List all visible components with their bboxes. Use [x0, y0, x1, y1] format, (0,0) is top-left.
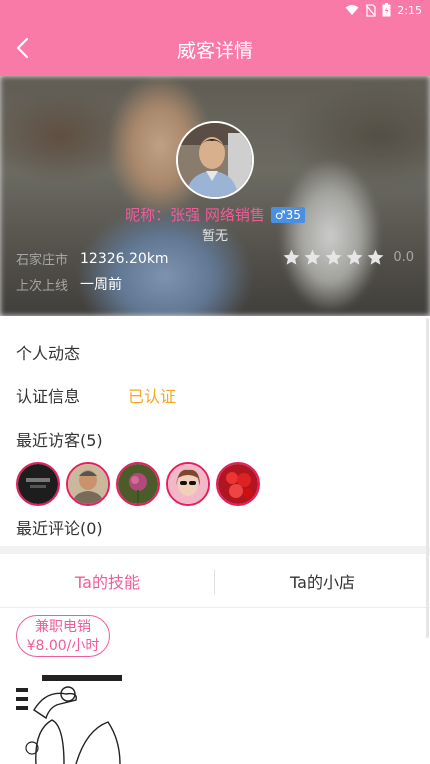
battery-icon	[382, 3, 391, 17]
personal-feed-item[interactable]: 个人动态	[16, 340, 80, 364]
city-label: 石家庄市	[16, 253, 69, 268]
last-online-value: 一周前	[80, 277, 123, 293]
star-icon	[325, 249, 342, 265]
scrollbar[interactable]	[426, 318, 429, 638]
star-icon	[283, 249, 300, 265]
visitor-avatar[interactable]	[16, 462, 60, 506]
skill-card[interactable]: 兼职电销 ¥8.00/小时	[16, 615, 110, 657]
profile-header: 昵称：张强 网络销售 ♂35 暂无 石家庄市 12326.20km 上次上线 一…	[0, 76, 430, 316]
skill-price: ¥8.00/小时	[26, 638, 100, 654]
visitor-avatars	[16, 462, 260, 506]
status-bar: 2:15	[0, 0, 430, 20]
avatar[interactable]	[176, 121, 254, 199]
rating-stars	[282, 248, 385, 267]
tab-bar: Ta的技能 Ta的小店	[0, 554, 430, 608]
visitor-avatar[interactable]	[216, 462, 260, 506]
nickname: 昵称：张强 网络销售	[125, 206, 265, 224]
skill-name: 兼职电销	[35, 619, 91, 635]
title-bar: 威客详情	[0, 20, 430, 76]
verification-status: 已认证	[128, 387, 177, 406]
status-time: 2:15	[397, 3, 422, 17]
recent-comments-label[interactable]: 最近评论(0)	[16, 515, 103, 539]
status-icons: 2:15	[345, 2, 422, 18]
visitor-avatar[interactable]	[116, 462, 160, 506]
last-online-row: 上次上线 一周前	[16, 274, 122, 294]
tab-skills[interactable]: Ta的技能	[0, 554, 215, 607]
tab-separator	[214, 570, 215, 594]
gender-age-badge: ♂35	[270, 206, 305, 223]
section-divider	[0, 546, 430, 554]
visitor-avatar[interactable]	[66, 462, 110, 506]
distance-value: 12326.20km	[80, 250, 169, 267]
location-row: 石家庄市 12326.20km	[16, 249, 169, 269]
star-icon	[304, 249, 321, 265]
star-icon	[367, 249, 384, 265]
nickname-row: 昵称：张强 网络销售 ♂35	[0, 204, 430, 225]
skill-image[interactable]	[16, 670, 126, 764]
no-sim-icon	[365, 3, 376, 17]
wifi-icon	[345, 4, 359, 16]
page-title: 威客详情	[176, 40, 253, 62]
star-rating: 0.0	[282, 248, 414, 267]
tab-shop[interactable]: Ta的小店	[215, 554, 430, 607]
visitor-avatar[interactable]	[166, 462, 210, 506]
recent-visitors-label[interactable]: 最近访客(5)	[16, 427, 103, 451]
star-icon	[346, 249, 363, 265]
last-online-label: 上次上线	[16, 278, 69, 294]
signature: 暂无	[201, 229, 228, 244]
verification-label: 认证信息	[16, 387, 81, 406]
rating-value: 0.0	[393, 250, 414, 265]
